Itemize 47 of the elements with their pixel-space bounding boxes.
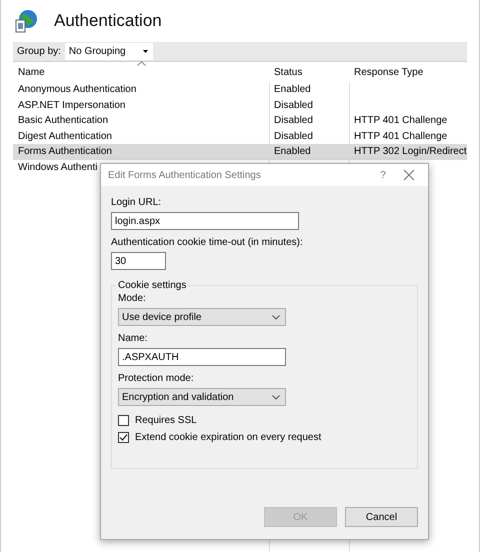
- table-cell-text: HTTP 401 Challenge: [353, 115, 448, 126]
- dialog-button[interactable]: Cancel: [345, 507, 418, 527]
- group-by-dropdown[interactable]: No Grouping: [64, 43, 153, 60]
- field-label: Login URL:: [111, 197, 162, 208]
- table-cell-text: Digest Authentication: [17, 130, 113, 142]
- table-row[interactable]: Digest Authentication Disabled HTTP 401 Challenge: [13, 128, 467, 144]
- chevron-down-icon: [272, 394, 280, 400]
- group-by-label: Group by:: [17, 46, 61, 57]
- table-cell-text: Disabled: [273, 100, 314, 111]
- table-row[interactable]: ASP.NET Impersonation Disabled: [13, 98, 467, 113]
- login-url-field[interactable]: login.aspx: [111, 212, 299, 230]
- field-label: Mode:: [118, 293, 147, 304]
- table-cell-text: Anonymous Authentication: [17, 84, 138, 96]
- table-row[interactable]: Basic Authentication Disabled HTTP 401 Challenge: [13, 113, 467, 128]
- page-title: Authentication: [54, 11, 162, 31]
- table-cell-text: Forms Authentication: [17, 146, 113, 158]
- dialog-title: Edit Forms Authentication Settings: [108, 170, 262, 180]
- table-cell-text: Disabled: [273, 130, 314, 142]
- checkbox[interactable]: [118, 432, 129, 443]
- field-label: Protection mode:: [118, 373, 195, 384]
- table-row[interactable]: Anonymous Authentication Enabled: [13, 82, 467, 98]
- dropdown[interactable]: Encryption and validation: [118, 388, 286, 406]
- table-cell-text: Enabled: [273, 146, 312, 158]
- checkbox[interactable]: [118, 415, 129, 426]
- checkbox-option[interactable]: Requires SSL: [118, 415, 410, 426]
- globe-document-icon: [14, 9, 38, 33]
- timeout-field[interactable]: 30: [111, 252, 166, 270]
- field-label: Authentication cookie time-out (in minutes):: [111, 237, 304, 248]
- help-button[interactable]: ?: [368, 170, 398, 180]
- column-header[interactable]: Status: [269, 66, 349, 78]
- column-header[interactable]: Name: [13, 66, 269, 78]
- column-header[interactable]: Response Type: [349, 66, 467, 78]
- table-row[interactable]: Forms Authentication Enabled HTTP 302 Login/Redirect: [13, 144, 467, 160]
- table-cell-text: Disabled: [273, 115, 314, 126]
- table-cell-text: Basic Authentication: [17, 115, 110, 126]
- group-legend: Cookie settings: [116, 280, 188, 291]
- caret-icon: [142, 50, 148, 53]
- table-cell-text: ASP.NET Impersonation: [17, 100, 126, 111]
- table-cell-text: Enabled: [273, 84, 312, 96]
- table-cell-text: HTTP 401 Challenge: [353, 130, 448, 142]
- table-cell-text: HTTP 302 Login/Redirect: [353, 146, 467, 158]
- sort-chevron-icon: [137, 61, 146, 66]
- dropdown[interactable]: Use device profile: [118, 308, 286, 326]
- cookie-name-field[interactable]: .ASPXAUTH: [118, 348, 286, 366]
- checkbox-option[interactable]: Extend cookie expiration on every request: [118, 432, 410, 443]
- chevron-down-icon: [272, 314, 280, 320]
- field-label: Name:: [118, 333, 148, 344]
